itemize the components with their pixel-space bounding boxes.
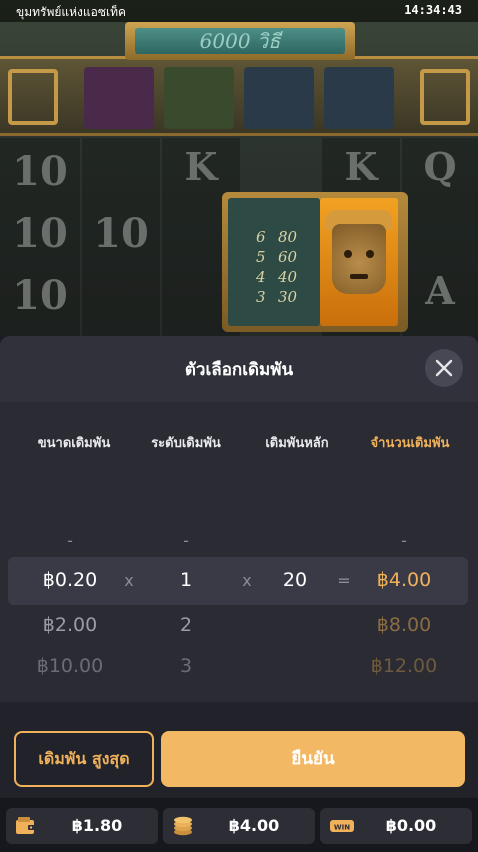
idol-symbol-icon (164, 67, 234, 129)
sheet-header: ตัวเลือกเดิมพัน (0, 336, 478, 402)
footer-stats: ฿1.80 ฿4.00 WIN ฿0.00 (0, 798, 478, 852)
balance-value: ฿1.80 (71, 816, 123, 835)
action-bar: เดิมพัน สูงสุด ยืนยัน (0, 702, 478, 798)
ten-symbol-icon: 10 (12, 272, 68, 319)
reel-column: 10 (82, 138, 160, 336)
bet-level-option[interactable]: 3 (146, 655, 226, 677)
ten-symbol-icon: 10 (12, 148, 68, 195)
ten-symbol-icon: 10 (93, 210, 149, 257)
total-bet-option-selected[interactable]: ฿4.00 (354, 569, 454, 591)
base-bet-header: เดิมพันหลัก (265, 436, 329, 451)
sun-stone-symbol-icon (244, 67, 314, 129)
placeholder-dash: - (183, 531, 189, 550)
status-bar: ขุมทรัพย์แห่งแอซเท็ค 14:34:43 (0, 0, 478, 22)
wallet-icon (16, 817, 36, 834)
total-bet-header: จำนวนเดิมพัน (370, 436, 450, 451)
balance-display: ฿1.80 (6, 808, 158, 844)
total-bet-option[interactable]: ฿8.00 (354, 614, 454, 636)
bet-options-sheet: ตัวเลือกเดิมพัน ขนาดเดิมพัน ระดับเดิมพัน… (0, 336, 478, 852)
paytable-row: 5 60 (256, 248, 298, 266)
confirm-button[interactable]: ยืนยัน (161, 731, 465, 787)
ways-count: 6000 วิธี (135, 28, 345, 54)
reel-column: 10 10 10 (0, 138, 80, 336)
base-bet-value: 20 (282, 569, 308, 591)
ten-symbol-icon: 10 (12, 210, 68, 257)
bet-size-option[interactable]: ฿10.00 (20, 655, 120, 677)
game-background: ขุมทรัพย์แห่งแอซเท็ค 14:34:43 6000 วิธี … (0, 0, 478, 336)
king-symbol-icon: K (344, 144, 378, 189)
max-bet-button[interactable]: เดิมพัน สูงสุด (14, 731, 154, 787)
bet-level-header: ระดับเดิมพัน (151, 436, 221, 451)
paytable-row: 6 80 (256, 228, 298, 246)
sun-stone-symbol-icon (324, 67, 394, 129)
spiral-ornament-icon (420, 69, 470, 125)
jaguar-symbol-icon (84, 67, 154, 129)
bet-size-option-selected[interactable]: ฿0.20 (20, 569, 120, 591)
ways-banner: 6000 วิธี (125, 22, 355, 60)
column-headers: ขนาดเดิมพัน ระดับเดิมพัน เดิมพันหลัก จำน… (0, 432, 478, 452)
bet-level-option-selected[interactable]: 1 (146, 569, 226, 591)
temple-frieze (0, 56, 478, 136)
ace-symbol-icon: A (425, 268, 455, 313)
bet-level-option[interactable]: 2 (146, 614, 226, 636)
total-bet-option[interactable]: ฿12.00 (354, 655, 454, 677)
queen-symbol-icon: Q (423, 144, 457, 189)
multiply-sign: x (242, 571, 252, 590)
win-display: WIN ฿0.00 (320, 808, 472, 844)
placeholder-dash: - (401, 531, 407, 550)
multiply-sign: x (124, 571, 134, 590)
close-button[interactable] (425, 349, 463, 387)
close-icon (435, 359, 453, 377)
paytable-row: 4 40 (256, 268, 298, 286)
bet-value: ฿4.00 (228, 816, 280, 835)
placeholder-dash: - (67, 531, 73, 550)
paytable-values: 6 80 5 60 4 40 3 30 (228, 198, 320, 326)
golden-mask-symbol-icon (320, 198, 398, 326)
bet-display: ฿4.00 (163, 808, 315, 844)
bet-size-option[interactable]: ฿2.00 (20, 614, 120, 636)
bet-picker[interactable]: - - - ฿0.20 x 1 x 20 = ฿4.00 ฿2.00 2 ฿8.… (0, 511, 478, 701)
paytable-row: 3 30 (256, 288, 298, 306)
king-symbol-icon: K (184, 144, 218, 189)
svg-text:WIN: WIN (334, 824, 350, 832)
reel-column: Q A (402, 138, 478, 336)
spiral-ornament-icon (8, 69, 58, 125)
equals-sign: = (337, 571, 351, 590)
clock: 14:34:43 (404, 3, 462, 17)
bet-size-header: ขนาดเดิมพัน (37, 436, 111, 451)
coin-stack-icon (174, 816, 192, 836)
sheet-title: ตัวเลือกเดิมพัน (184, 360, 294, 380)
symbol-paytable-popup: 6 80 5 60 4 40 3 30 (222, 192, 408, 332)
win-value: ฿0.00 (385, 816, 437, 835)
game-title: ขุมทรัพย์แห่งแอซเท็ค (16, 5, 127, 19)
